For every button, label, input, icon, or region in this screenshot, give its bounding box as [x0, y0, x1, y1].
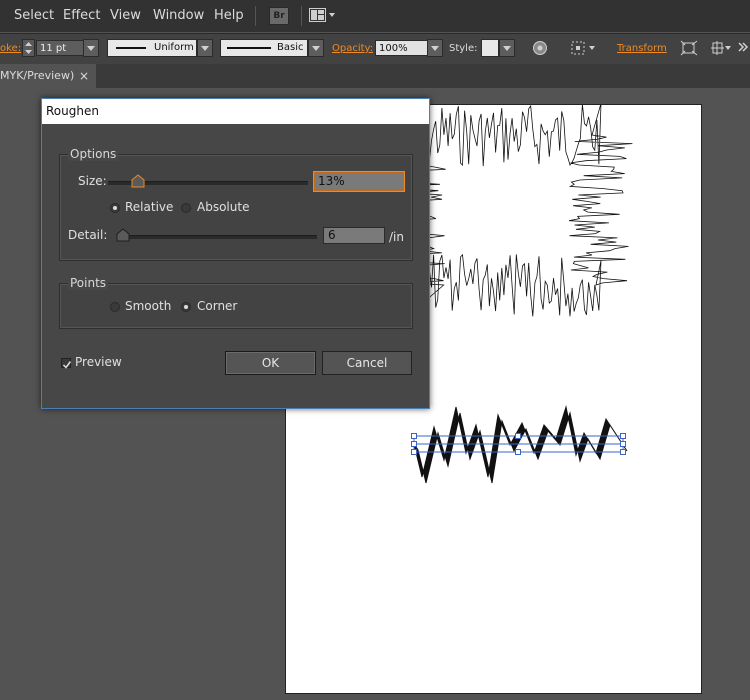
- absolute-radio[interactable]: [181, 203, 191, 213]
- isolate-group-button[interactable]: [680, 40, 698, 56]
- detail-input[interactable]: 6: [323, 227, 385, 244]
- style-label: Style:: [449, 43, 478, 54]
- chevron-down-icon: [431, 46, 439, 51]
- brush-label: Basic: [277, 42, 304, 53]
- ok-button[interactable]: OK: [225, 351, 316, 375]
- preview-checkbox[interactable]: [61, 358, 72, 369]
- recolor-artwork-button[interactable]: [532, 40, 548, 56]
- size-label: Size:: [78, 174, 107, 188]
- arrange-documents-icon: [309, 8, 335, 22]
- selection-handle[interactable]: [515, 449, 521, 455]
- menu-bar: Select Effect View Window Help Br: [0, 0, 750, 32]
- align-to-selection-button[interactable]: [570, 40, 598, 56]
- control-bar: oke: 11 pt Uniform Basic Opacity: 100% S…: [0, 33, 750, 65]
- envelope-distort-icon: [711, 41, 731, 55]
- document-tab-bar: MYK/Preview) ×: [0, 64, 750, 88]
- smooth-label[interactable]: Smooth: [125, 299, 171, 313]
- opacity-label[interactable]: Opacity:: [332, 43, 373, 54]
- color-wheel-icon: [533, 41, 547, 55]
- roughened-line-artwork[interactable]: [413, 405, 628, 484]
- size-slider-thumb[interactable]: [131, 174, 145, 191]
- menu-divider: [301, 6, 302, 26]
- detail-label: Detail:: [68, 228, 108, 242]
- menu-select[interactable]: Select: [14, 8, 54, 23]
- chevron-down-icon: [503, 46, 511, 51]
- opacity-input[interactable]: 100%: [375, 40, 429, 56]
- stroke-weight-input[interactable]: 11 pt: [36, 40, 84, 56]
- brush-dropdown[interactable]: [308, 39, 324, 57]
- puppet-warp-button[interactable]: [710, 40, 732, 56]
- detail-unit: /in: [389, 230, 404, 244]
- relative-radio[interactable]: [110, 203, 120, 213]
- menu-help[interactable]: Help: [214, 8, 244, 23]
- control-panel-menu-button[interactable]: [737, 41, 749, 55]
- smooth-radio[interactable]: [110, 302, 120, 312]
- stroke-label[interactable]: oke:: [0, 43, 21, 54]
- selection-handle[interactable]: [411, 433, 417, 439]
- selection-handle[interactable]: [411, 441, 417, 447]
- chevron-down-icon: [201, 46, 209, 51]
- chevron-down-icon: [312, 46, 320, 51]
- menu-effect[interactable]: Effect: [63, 8, 100, 23]
- corner-radio[interactable]: [181, 302, 191, 312]
- isolate-icon: [680, 40, 698, 56]
- preview-label[interactable]: Preview: [75, 355, 122, 369]
- brush-line: [227, 47, 271, 49]
- points-group-title: Points: [68, 276, 109, 290]
- size-input[interactable]: 13%: [313, 171, 405, 192]
- relative-label[interactable]: Relative: [125, 200, 173, 214]
- detail-slider-track: [117, 235, 317, 239]
- selection-handle[interactable]: [515, 433, 521, 439]
- selection-handle[interactable]: [411, 449, 417, 455]
- menu-window[interactable]: Window: [153, 8, 204, 23]
- slider-thumb-icon: [131, 174, 145, 188]
- detail-slider[interactable]: [116, 228, 317, 245]
- roughen-dialog: Roughen Options Size: 13% Relative Absol…: [41, 98, 430, 409]
- opacity-dropdown[interactable]: [427, 39, 443, 57]
- checkmark-icon: [62, 361, 72, 369]
- profile-label: Uniform: [154, 42, 194, 53]
- selection-handle[interactable]: [620, 441, 626, 447]
- stroke-weight-stepper[interactable]: [22, 39, 35, 57]
- corner-label[interactable]: Corner: [197, 299, 237, 313]
- variable-width-profile[interactable]: Uniform: [107, 39, 197, 57]
- detail-slider-thumb[interactable]: [116, 228, 130, 245]
- cancel-button[interactable]: Cancel: [322, 351, 412, 375]
- absolute-label[interactable]: Absolute: [197, 200, 249, 214]
- graphic-style-swatch[interactable]: [481, 39, 499, 57]
- tab-close-icon[interactable]: ×: [79, 64, 89, 88]
- transform-link[interactable]: Transform: [617, 43, 667, 54]
- profile-dropdown[interactable]: [197, 39, 213, 57]
- stroke-weight-dropdown[interactable]: [83, 39, 99, 57]
- document-tab[interactable]: MYK/Preview) ×: [0, 64, 96, 88]
- stepper-arrows-icon: [25, 42, 32, 54]
- menu-divider: [255, 6, 256, 26]
- chevron-down-icon: [87, 46, 95, 51]
- panel-menu-icon: [738, 42, 749, 52]
- selection-handle[interactable]: [620, 433, 626, 439]
- size-slider[interactable]: [108, 174, 308, 191]
- slider-thumb-icon: [116, 228, 130, 242]
- document-tab-label: MYK/Preview): [0, 69, 75, 82]
- menu-view[interactable]: View: [110, 8, 141, 23]
- profile-line: [116, 47, 146, 49]
- arrange-documents-button[interactable]: [309, 7, 337, 24]
- style-dropdown[interactable]: [499, 39, 515, 57]
- bridge-button[interactable]: Br: [269, 7, 289, 25]
- selection-handle[interactable]: [620, 449, 626, 455]
- align-selection-icon: [571, 41, 595, 55]
- options-group-title: Options: [68, 147, 119, 161]
- dialog-title: Roughen: [42, 99, 429, 124]
- brush-definition[interactable]: Basic: [220, 39, 308, 57]
